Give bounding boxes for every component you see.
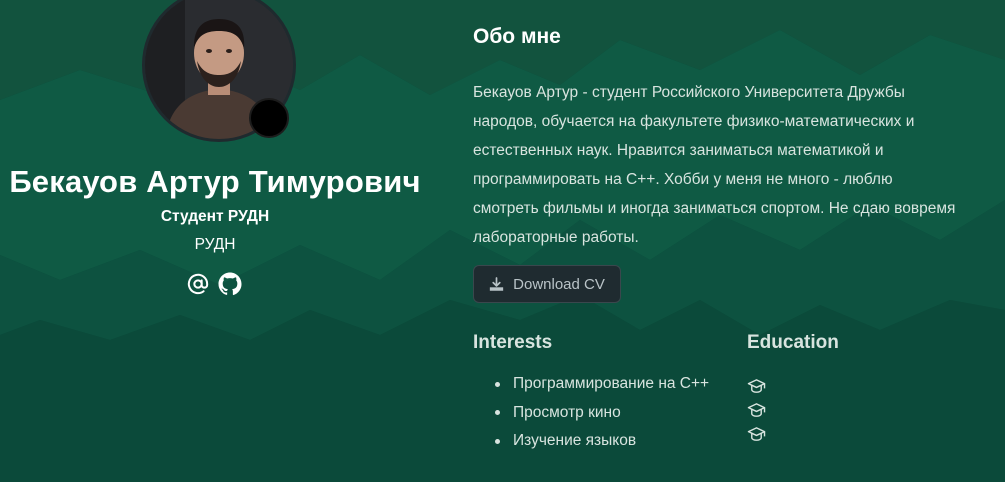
list-item: Просмотр кино — [495, 399, 709, 428]
bullet-icon — [495, 381, 500, 387]
download-cv-label: Download CV — [513, 275, 605, 293]
about-title: Обо мне — [473, 25, 561, 48]
profile-name: Бекауов Артур Тимурович — [9, 164, 421, 199]
about-line: лабораторные работы. — [473, 229, 639, 246]
education-list — [747, 374, 766, 446]
graduation-cap-icon — [747, 402, 766, 417]
email-link[interactable] — [186, 272, 210, 296]
bullet-icon — [495, 438, 500, 444]
education-item — [747, 398, 766, 422]
about-line: Бекауов Артур - студент Российского Унив… — [473, 84, 905, 101]
graduation-cap-icon — [747, 426, 766, 441]
education-title: Education — [747, 332, 839, 353]
about-line: народов, обучается на факультете физико-… — [473, 113, 915, 130]
about-line: программировать на С++. Хобби у меня не … — [473, 171, 893, 188]
interests-list: Программирование на С++ Просмотр кино Из… — [495, 370, 709, 456]
social-links — [186, 272, 242, 296]
about-text: Бекауов Артур - студент Российского Унив… — [473, 78, 1005, 252]
profile-organization: РУДН — [194, 236, 236, 253]
about-line: смотреть фильмы и иногда заниматься спор… — [473, 200, 956, 217]
interests-title: Interests — [473, 332, 553, 353]
download-icon — [489, 276, 504, 291]
download-cv-button[interactable]: Download CV — [473, 265, 621, 303]
list-item: Изучение языков — [495, 427, 709, 456]
interest-label: Программирование на С++ — [513, 375, 710, 392]
graduation-cap-icon — [747, 378, 766, 393]
github-icon — [218, 272, 242, 296]
avatar-container — [142, 0, 296, 142]
profile-role: Студент РУДН — [160, 208, 270, 225]
list-item: Программирование на С++ — [495, 370, 709, 399]
education-item — [747, 422, 766, 446]
at-sign-icon — [187, 273, 209, 295]
education-item — [747, 374, 766, 398]
status-dot — [249, 98, 289, 138]
interest-label: Изучение языков — [513, 432, 637, 449]
github-link[interactable] — [218, 272, 242, 296]
about-line: естественных наук. Нравится заниматься м… — [473, 142, 884, 159]
bullet-icon — [495, 410, 500, 416]
interest-label: Просмотр кино — [513, 403, 621, 421]
